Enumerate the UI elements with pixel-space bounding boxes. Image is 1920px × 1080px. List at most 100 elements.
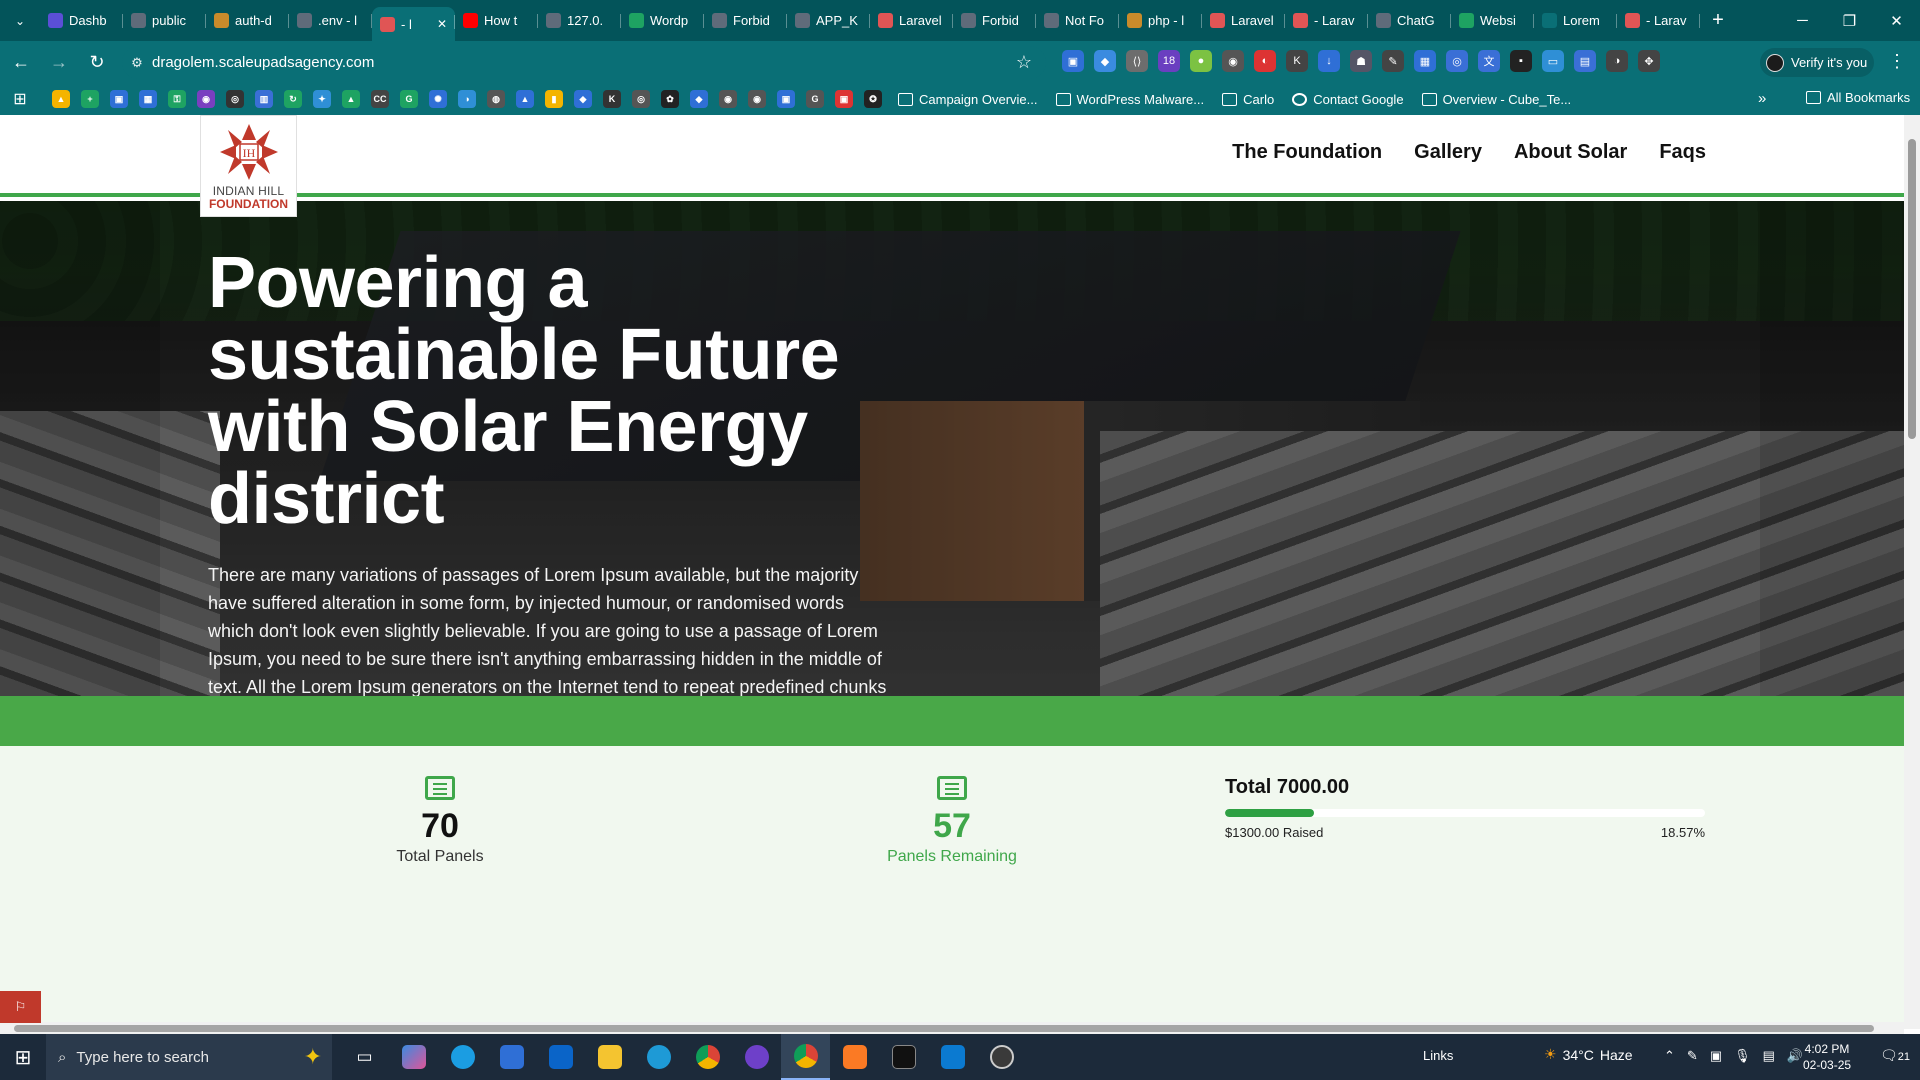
- nav-link[interactable]: The Foundation: [1232, 141, 1382, 164]
- bookmark-icon[interactable]: CC: [371, 90, 389, 108]
- bookmark-icon[interactable]: ▲: [342, 90, 360, 108]
- bookmark-icon[interactable]: ✦: [313, 90, 331, 108]
- bookmark-icon[interactable]: ◑: [458, 90, 476, 108]
- extension-icon[interactable]: ⟨⟩: [1126, 50, 1148, 72]
- bookmark-icon[interactable]: ◉: [748, 90, 766, 108]
- laravel-debugbar-icon[interactable]: ⚐: [0, 991, 41, 1023]
- download-icon[interactable]: ↓: [1318, 50, 1340, 72]
- sheets-icon[interactable]: +: [81, 90, 99, 108]
- extension-icon[interactable]: ◑: [1606, 50, 1628, 72]
- bookmark-icon[interactable]: ↻: [284, 90, 302, 108]
- extension-icon[interactable]: ☗: [1350, 50, 1372, 72]
- bookmark-item[interactable]: Campaign Overvie...: [898, 92, 1038, 107]
- bookmark-item[interactable]: Contact Google: [1292, 92, 1404, 107]
- vscode-icon[interactable]: [928, 1034, 977, 1080]
- bookmark-icon[interactable]: ✪: [864, 90, 882, 108]
- vertical-scrollbar[interactable]: [1904, 115, 1920, 1029]
- bookmark-icon[interactable]: ✺: [429, 90, 447, 108]
- browser-tab[interactable]: auth-d: [206, 6, 289, 36]
- url-text[interactable]: dragolem.scaleupadsagency.com: [152, 54, 374, 71]
- extension-icon[interactable]: ●: [1190, 50, 1212, 72]
- copilot-icon[interactable]: [389, 1034, 438, 1080]
- clock[interactable]: 4:02 PM 02-03-25: [1803, 1041, 1851, 1073]
- site-settings-icon[interactable]: ⚙: [122, 55, 152, 71]
- browser-tab[interactable]: Forbid: [704, 6, 787, 36]
- extension-icon[interactable]: 18: [1158, 50, 1180, 72]
- all-bookmarks-button[interactable]: All Bookmarks: [1806, 90, 1910, 105]
- puzzle-icon[interactable]: ✥: [1638, 50, 1660, 72]
- google-icon[interactable]: G: [806, 90, 824, 108]
- network-icon[interactable]: ▤: [1763, 1048, 1775, 1064]
- bookmark-icon[interactable]: ✿: [661, 90, 679, 108]
- extension-icon[interactable]: ▦: [1414, 50, 1436, 72]
- bookmark-icon[interactable]: ▣: [110, 90, 128, 108]
- outlook-icon[interactable]: [536, 1034, 585, 1080]
- skype-icon[interactable]: [634, 1034, 683, 1080]
- bookmark-icon[interactable]: ◎: [226, 90, 244, 108]
- chrome-active-icon[interactable]: [781, 1034, 830, 1080]
- bookmark-icon[interactable]: ◆: [574, 90, 592, 108]
- scrollbar-thumb[interactable]: [14, 1025, 1874, 1032]
- file-explorer-icon[interactable]: [585, 1034, 634, 1080]
- bookmark-icon[interactable]: ◉: [197, 90, 215, 108]
- lock-icon[interactable]: ⚿: [168, 90, 186, 108]
- nav-link[interactable]: Gallery: [1414, 141, 1482, 164]
- drive-icon[interactable]: ▲: [52, 90, 70, 108]
- browser-tab[interactable]: Not Fo: [1036, 6, 1119, 36]
- browser-tab[interactable]: - Larav: [1617, 6, 1700, 36]
- bookmark-icon[interactable]: ◆: [690, 90, 708, 108]
- eyedropper-icon[interactable]: ✎: [1382, 50, 1404, 72]
- scrollbar-thumb[interactable]: [1908, 139, 1916, 439]
- links-toolbar[interactable]: Links: [1423, 1048, 1453, 1063]
- bookmark-item[interactable]: Overview - Cube_Te...: [1421, 92, 1571, 107]
- volume-icon[interactable]: 🔊: [1787, 1048, 1803, 1064]
- bookmark-icon[interactable]: ◎: [632, 90, 650, 108]
- bookmark-icon[interactable]: ▣: [777, 90, 795, 108]
- restore-icon[interactable]: ❐: [1826, 0, 1873, 41]
- extension-icon[interactable]: ◎: [1446, 50, 1468, 72]
- browser-tab[interactable]: How t: [455, 6, 538, 36]
- browser-tab[interactable]: 127.0.: [538, 6, 621, 36]
- nav-link[interactable]: About Solar: [1514, 141, 1627, 164]
- bookmark-icon[interactable]: K: [603, 90, 621, 108]
- profile-button[interactable]: Verify it's you: [1760, 48, 1874, 77]
- site-logo[interactable]: IH INDIAN HILL FOUNDATION: [200, 115, 297, 217]
- nav-link[interactable]: Faqs: [1659, 141, 1706, 164]
- taskbar-search[interactable]: ⌕ Type here to search ✦: [46, 1034, 332, 1080]
- bookmark-icon[interactable]: ◍: [487, 90, 505, 108]
- terminal-icon[interactable]: [879, 1034, 928, 1080]
- horizontal-scrollbar[interactable]: [0, 1022, 1904, 1034]
- bookmark-icon[interactable]: ▣: [835, 90, 853, 108]
- bookmark-icon[interactable]: ▮: [545, 90, 563, 108]
- windows-start-icon[interactable]: ⊞: [0, 1045, 46, 1070]
- apps-grid-icon[interactable]: ⊞: [0, 89, 40, 109]
- reload-button[interactable]: ↻: [80, 45, 114, 79]
- browser-tab[interactable]: Forbid: [953, 6, 1036, 36]
- chrome-icon[interactable]: [683, 1034, 732, 1080]
- bookmark-item[interactable]: WordPress Malware...: [1055, 92, 1204, 107]
- extension-icon[interactable]: K: [1286, 50, 1308, 72]
- browser-tab[interactable]: Dashb: [40, 6, 123, 36]
- app-icon[interactable]: [977, 1034, 1026, 1080]
- browser-tab[interactable]: Wordp: [621, 6, 704, 36]
- task-view-icon[interactable]: ▭: [340, 1034, 389, 1080]
- browser-tab[interactable]: public: [123, 6, 206, 36]
- extension-icon[interactable]: ▣: [1062, 50, 1084, 72]
- bookmark-star-icon[interactable]: ☆: [1016, 52, 1032, 73]
- close-tab-icon[interactable]: ✕: [437, 17, 447, 31]
- weather-widget[interactable]: ☀ 34°C Haze: [1544, 1046, 1633, 1063]
- extension-icon[interactable]: ▭: [1542, 50, 1564, 72]
- chevron-up-icon[interactable]: ⌃: [1664, 1048, 1675, 1064]
- browser-tab[interactable]: Websi: [1451, 6, 1534, 36]
- back-button[interactable]: ←: [4, 45, 38, 79]
- google-icon[interactable]: G: [400, 90, 418, 108]
- browser-tab[interactable]: APP_K: [787, 6, 870, 36]
- pen-icon[interactable]: ✎: [1687, 1048, 1698, 1064]
- edge-icon[interactable]: [438, 1034, 487, 1080]
- camera-icon[interactable]: ◉: [1222, 50, 1244, 72]
- address-bar[interactable]: ⚙ dragolem.scaleupadsagency.com ☆: [122, 46, 1046, 79]
- bookmark-item[interactable]: Carlo: [1222, 92, 1274, 107]
- minimize-icon[interactable]: ─: [1779, 0, 1826, 41]
- extension-icon[interactable]: ◐: [1254, 50, 1276, 72]
- more-bookmarks-icon[interactable]: »: [1758, 90, 1766, 107]
